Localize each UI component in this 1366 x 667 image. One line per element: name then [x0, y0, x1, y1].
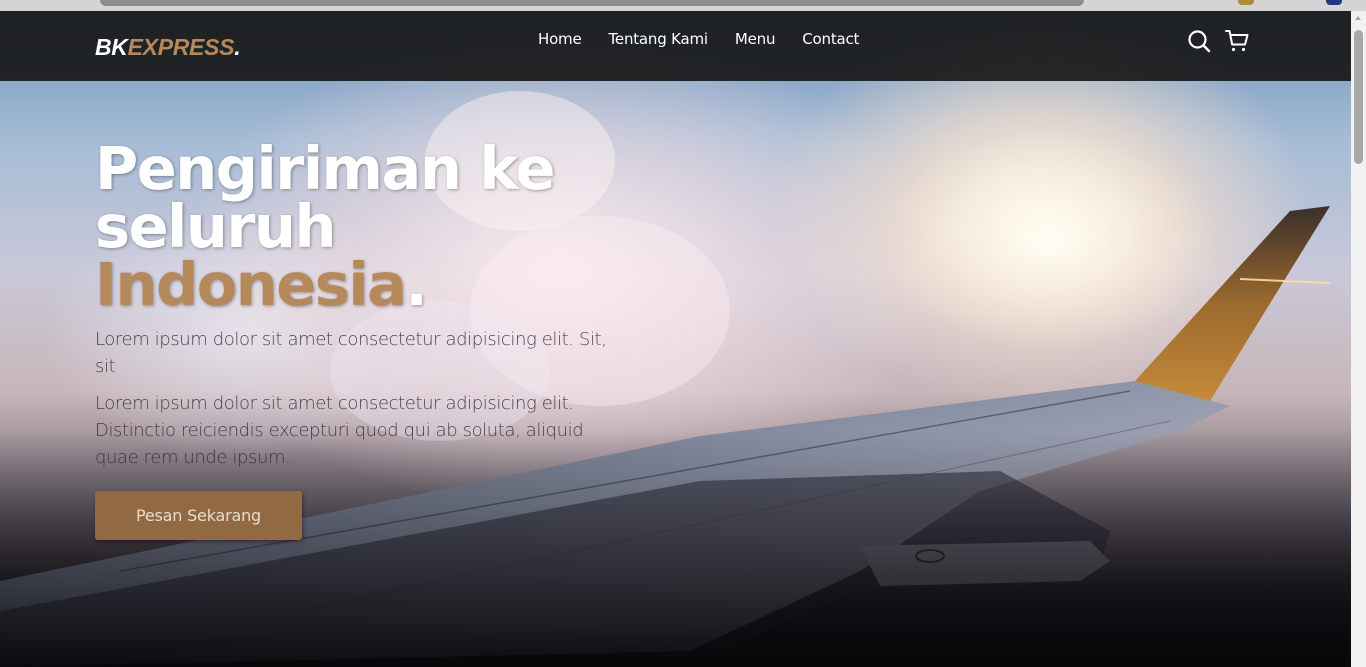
hero-title: Pengiriman ke seluruh Indonesia.	[95, 139, 655, 314]
extension-icon[interactable]	[1238, 0, 1254, 5]
hero-paragraph-2: Lorem ipsum dolor sit amet consectetur a…	[95, 393, 584, 468]
nav-icons	[1187, 29, 1249, 53]
profile-icon[interactable]	[1326, 0, 1342, 5]
hero-title-period: .	[405, 250, 427, 319]
shopping-cart-icon[interactable]	[1225, 29, 1249, 53]
brand-logo[interactable]: BKEXPRESS.	[95, 34, 241, 61]
browser-top-strip	[0, 0, 1366, 11]
hero-title-highlight: Indonesia	[95, 250, 407, 319]
nav-link-home[interactable]: Home	[538, 30, 582, 48]
scrollbar-thumb[interactable]	[1354, 30, 1363, 164]
nav-link-tentang-kami[interactable]: Tentang Kami	[609, 30, 709, 48]
nav-link-contact[interactable]: Contact	[802, 30, 859, 48]
search-icon[interactable]	[1187, 29, 1211, 53]
navbar: BKEXPRESS. Home Tentang Kami Menu Contac…	[0, 11, 1351, 81]
logo-prefix: BK	[95, 34, 128, 60]
scroll-up-arrow-icon[interactable]	[1355, 16, 1361, 20]
address-bar-edge[interactable]	[100, 0, 1084, 6]
nav-links: Home Tentang Kami Menu Contact	[538, 30, 859, 48]
hero-content: Pengiriman ke seluruh Indonesia. Lorem i…	[95, 139, 655, 471]
logo-accent: EXPRESS	[127, 34, 235, 60]
order-now-button[interactable]: Pesan Sekarang	[95, 491, 302, 540]
page-scrollbar[interactable]	[1351, 11, 1366, 667]
hero-paragraph-1: Lorem ipsum dolor sit amet consectetur a…	[95, 329, 607, 377]
nav-link-menu[interactable]: Menu	[735, 30, 776, 48]
logo-suffix: .	[234, 34, 241, 60]
